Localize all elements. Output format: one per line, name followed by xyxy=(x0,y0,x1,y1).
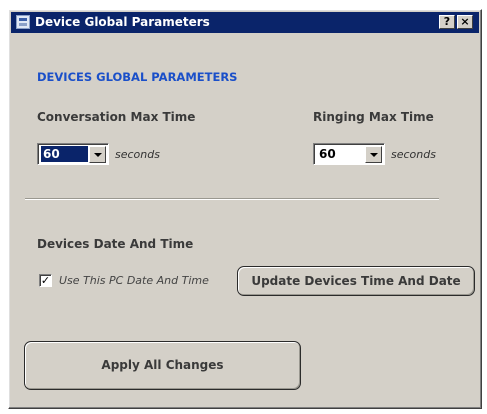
ringing-unit-label: seconds xyxy=(391,148,436,161)
ringing-max-time-value: 60 xyxy=(319,147,336,161)
devices-date-time-title: Devices Date And Time xyxy=(37,237,194,251)
use-pc-time-checkbox[interactable]: ✓ xyxy=(39,274,52,287)
section-title: DEVICES GLOBAL PARAMETERS xyxy=(37,70,238,84)
use-pc-time-label[interactable]: Use This PC Date And Time xyxy=(59,274,209,287)
help-button[interactable]: ? xyxy=(439,15,455,29)
ringing-max-time-label: Ringing Max Time xyxy=(313,110,434,124)
app-icon xyxy=(16,15,30,29)
ringing-max-time-select[interactable]: 60 xyxy=(313,143,385,165)
apply-all-changes-button[interactable]: Apply All Changes xyxy=(24,341,301,390)
conversation-unit-label: seconds xyxy=(115,148,160,161)
dialog-window: Device Global Parameters ? × DEVICES GLO… xyxy=(8,9,482,409)
conversation-max-time-label: Conversation Max Time xyxy=(37,110,196,124)
chevron-down-icon[interactable] xyxy=(365,146,382,163)
divider xyxy=(25,198,439,200)
update-devices-time-button[interactable]: Update Devices Time And Date xyxy=(237,266,475,296)
conversation-max-time-value: 60 xyxy=(41,146,88,162)
conversation-max-time-select[interactable]: 60 xyxy=(37,143,109,165)
close-button[interactable]: × xyxy=(457,15,473,29)
window-title: Device Global Parameters xyxy=(35,15,210,29)
title-bar[interactable]: Device Global Parameters ? × xyxy=(11,12,479,33)
chevron-down-icon[interactable] xyxy=(89,146,106,163)
